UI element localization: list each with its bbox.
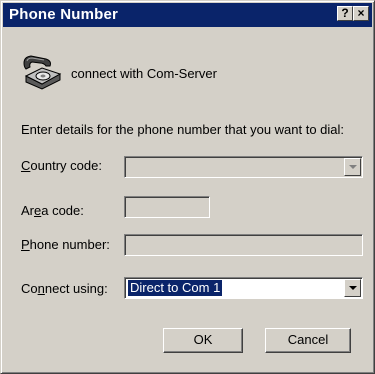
help-icon: ? bbox=[341, 6, 349, 20]
country-code-combobox[interactable] bbox=[124, 156, 363, 178]
cancel-button[interactable]: Cancel bbox=[265, 328, 351, 353]
title-bar[interactable]: Phone Number ? × bbox=[3, 3, 372, 27]
country-code-label: Country code: bbox=[21, 158, 102, 173]
phone-icon bbox=[23, 55, 62, 90]
chevron-down-icon bbox=[349, 165, 357, 169]
help-button[interactable]: ? bbox=[337, 6, 353, 21]
phone-number-input[interactable] bbox=[124, 234, 363, 256]
connect-using-dropdown-button[interactable] bbox=[344, 279, 361, 297]
window-title: Phone Number bbox=[9, 6, 119, 23]
header-label: connect with Com-Server bbox=[71, 66, 217, 81]
ok-button[interactable]: OK bbox=[163, 328, 243, 353]
close-icon: × bbox=[357, 6, 365, 20]
country-code-dropdown-button[interactable] bbox=[344, 158, 361, 176]
area-code-label: Area code: bbox=[21, 203, 84, 218]
connect-using-value: Direct to Com 1 bbox=[126, 279, 224, 297]
close-button[interactable]: × bbox=[353, 6, 369, 21]
connect-using-label: Connect using: bbox=[21, 281, 108, 296]
instructions-text: Enter details for the phone number that … bbox=[21, 122, 345, 137]
connect-using-combobox[interactable]: Direct to Com 1 bbox=[124, 277, 363, 299]
phone-number-dialog: Phone Number ? × connect with Com-Server… bbox=[0, 0, 375, 374]
area-code-input[interactable] bbox=[124, 196, 210, 218]
chevron-down-icon bbox=[349, 286, 357, 290]
phone-number-label: Phone number: bbox=[21, 237, 110, 252]
